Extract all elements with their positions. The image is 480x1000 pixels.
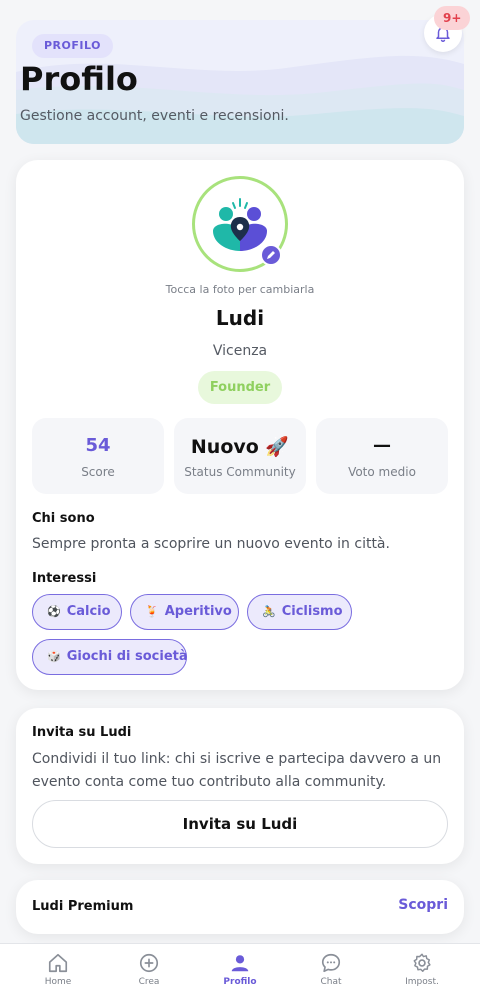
edit-photo-button[interactable] bbox=[260, 244, 282, 266]
nav-item-home[interactable]: Home bbox=[23, 952, 93, 996]
nav-item-crea[interactable]: Crea bbox=[114, 952, 184, 996]
gear-icon bbox=[413, 953, 431, 972]
stat-average-rating: — Voto medio bbox=[316, 418, 448, 494]
bottom-navigation: Home Crea Profilo Chat Impost. bbox=[0, 943, 480, 1000]
interests-heading: Interessi bbox=[32, 571, 97, 586]
profile-name: Ludi bbox=[215, 306, 265, 330]
interest-label: Giochi di società bbox=[66, 649, 188, 664]
soccer-ball-icon: ⚽ bbox=[47, 605, 61, 618]
nav-label: Profilo bbox=[223, 977, 257, 987]
premium-card: Ludi Premium Scopri bbox=[16, 880, 464, 934]
stat-label: Score bbox=[81, 465, 115, 479]
invite-button[interactable]: Invita su Ludi bbox=[32, 800, 448, 848]
invite-text: Condividi il tuo link: chi si iscrive e … bbox=[32, 751, 442, 790]
stat-score: 54 Score bbox=[32, 418, 164, 494]
pencil-icon bbox=[267, 251, 275, 259]
photo-hint: Tocca la foto per cambiarla bbox=[165, 283, 315, 296]
premium-discover-link[interactable]: Scopri bbox=[398, 897, 448, 913]
cocktail-icon: 🍹 bbox=[145, 605, 159, 618]
bicycle-icon: 🚴 bbox=[262, 605, 276, 618]
page-subtitle: Gestione account, eventi e recensioni. bbox=[20, 108, 289, 124]
stat-label: Status Community bbox=[184, 465, 296, 479]
stat-value: — bbox=[373, 435, 391, 456]
plus-circle-icon bbox=[139, 953, 159, 973]
stat-label: Voto medio bbox=[348, 465, 416, 479]
nav-item-profilo[interactable]: Profilo bbox=[205, 952, 275, 996]
notification-count-badge: 9+ bbox=[434, 6, 471, 30]
stat-community-status: Nuovo 🚀 Status Community bbox=[174, 418, 306, 494]
interest-label: Calcio bbox=[66, 604, 111, 619]
role-badge: Founder bbox=[198, 371, 282, 404]
user-icon bbox=[231, 955, 249, 972]
profile-card: Tocca la foto per cambiarla Ludi Vicenza… bbox=[16, 160, 464, 690]
ludi-logo-icon bbox=[213, 198, 267, 251]
nav-label: Impost. bbox=[405, 977, 439, 987]
about-heading: Chi sono bbox=[32, 511, 95, 526]
nav-label: Crea bbox=[138, 977, 160, 987]
header-badge: PROFILO bbox=[32, 34, 113, 58]
nav-item-chat[interactable]: Chat bbox=[296, 952, 366, 996]
profile-city: Vicenza bbox=[212, 343, 268, 359]
page-header: PROFILO Profilo Gestione account, eventi… bbox=[16, 20, 464, 144]
nav-label: Home bbox=[44, 977, 72, 987]
about-text: Sempre pronta a scoprire un nuovo evento… bbox=[32, 536, 390, 552]
dice-icon: 🎲 bbox=[47, 650, 61, 663]
premium-title: Ludi Premium bbox=[32, 899, 134, 914]
stat-value: 54 bbox=[85, 435, 111, 456]
invite-title: Invita su Ludi bbox=[32, 725, 132, 740]
interest-chip-ciclismo[interactable]: 🚴 Ciclismo bbox=[247, 594, 352, 630]
stat-value: Nuovo 🚀 bbox=[190, 436, 290, 458]
interest-chip-aperitivo[interactable]: 🍹 Aperitivo bbox=[130, 594, 239, 630]
chat-icon bbox=[321, 953, 341, 973]
invite-card: Invita su Ludi Condividi il tuo link: ch… bbox=[16, 708, 464, 864]
nav-label: Chat bbox=[320, 977, 342, 987]
interest-label: Ciclismo bbox=[281, 604, 343, 619]
home-icon bbox=[48, 953, 68, 973]
interest-chip-calcio[interactable]: ⚽ Calcio bbox=[32, 594, 122, 630]
nav-item-impostazioni[interactable]: Impost. bbox=[387, 952, 457, 996]
interest-chip-giochi[interactable]: 🎲 Giochi di società bbox=[32, 639, 188, 675]
page-title: Profilo bbox=[20, 60, 138, 98]
interest-label: Aperitivo bbox=[164, 604, 232, 619]
